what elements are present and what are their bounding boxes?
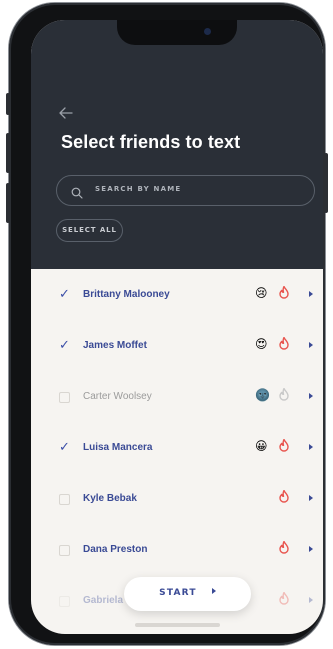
- search-input[interactable]: SEARCH BY NAME: [56, 175, 315, 206]
- flame-icon: [279, 541, 289, 554]
- checkmark-icon[interactable]: ✓: [59, 441, 70, 454]
- list-item[interactable]: Dana Preston: [31, 528, 323, 579]
- mute-switch: [6, 93, 10, 115]
- list-item[interactable]: Carter Woolsey 🌚: [31, 375, 323, 426]
- friend-name: James Moffet: [83, 340, 147, 351]
- chevron-right-icon[interactable]: [309, 342, 313, 348]
- list-item[interactable]: ✓ Brittany Malooney 😢: [31, 273, 323, 324]
- friend-name: Kyle Bebak: [83, 493, 137, 504]
- checkbox[interactable]: [59, 596, 70, 607]
- screen: Select friends to text SEARCH BY NAME SE…: [31, 20, 323, 634]
- phone-frame: Select friends to text SEARCH BY NAME SE…: [6, 3, 328, 645]
- flame-icon: [279, 490, 289, 503]
- chevron-right-icon[interactable]: [309, 444, 313, 450]
- flame-icon: [279, 388, 289, 401]
- start-button-label: START: [159, 588, 197, 598]
- volume-up-button: [6, 133, 10, 173]
- header: Select friends to text SEARCH BY NAME SE…: [31, 20, 323, 269]
- friend-name: Dana Preston: [83, 544, 148, 555]
- friend-name: Brittany Malooney: [83, 289, 170, 300]
- chevron-right-icon[interactable]: [309, 597, 313, 603]
- friend-name: Luisa Mancera: [83, 442, 153, 453]
- list-item[interactable]: ✓ James Moffet 😍: [31, 324, 323, 375]
- friend-name: Gabriela: [83, 595, 124, 606]
- flame-icon: [279, 439, 289, 452]
- mood-emoji-icon: 🌚: [255, 388, 270, 402]
- checkbox[interactable]: [59, 392, 70, 403]
- flame-icon: [279, 337, 289, 350]
- start-button[interactable]: START: [124, 577, 251, 611]
- friend-name: Carter Woolsey: [83, 391, 152, 402]
- chevron-right-icon[interactable]: [309, 291, 313, 297]
- back-arrow-icon[interactable]: [59, 106, 73, 123]
- search-icon: [71, 184, 83, 203]
- notch: [117, 20, 237, 45]
- mood-emoji-icon: 😀: [255, 439, 268, 453]
- select-all-button[interactable]: SELECT ALL: [56, 219, 123, 242]
- checkbox[interactable]: [59, 494, 70, 505]
- page-title: Select friends to text: [61, 132, 241, 152]
- chevron-right-icon[interactable]: [309, 393, 313, 399]
- checkmark-icon[interactable]: ✓: [59, 288, 70, 301]
- camera: [204, 28, 211, 35]
- flame-icon: [279, 592, 289, 605]
- play-arrow-icon: [211, 588, 216, 594]
- checkbox[interactable]: [59, 545, 70, 556]
- chevron-right-icon[interactable]: [309, 495, 313, 501]
- chevron-right-icon[interactable]: [309, 546, 313, 552]
- home-indicator: [135, 623, 220, 627]
- mood-emoji-icon: 😢: [255, 286, 268, 300]
- list-item[interactable]: Kyle Bebak: [31, 477, 323, 528]
- volume-down-button: [6, 183, 10, 223]
- mood-emoji-icon: 😍: [255, 337, 268, 351]
- flame-icon: [279, 286, 289, 299]
- checkmark-icon[interactable]: ✓: [59, 339, 70, 352]
- list-item[interactable]: ✓ Luisa Mancera 😀: [31, 426, 323, 477]
- power-button: [324, 153, 328, 213]
- search-placeholder: SEARCH BY NAME: [95, 185, 182, 193]
